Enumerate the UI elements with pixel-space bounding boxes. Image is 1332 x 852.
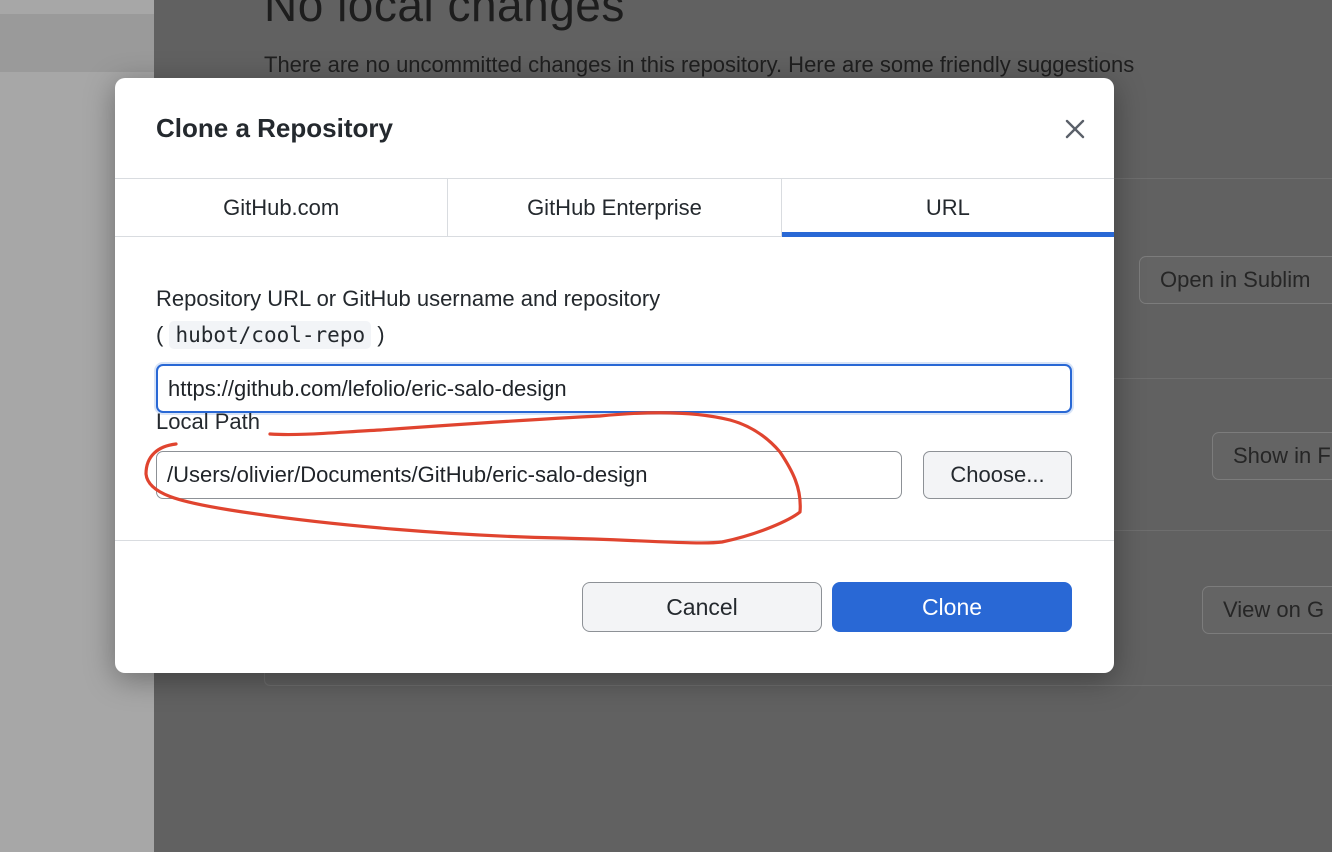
clone-button[interactable]: Clone <box>832 582 1072 632</box>
url-tab-content: Repository URL or GitHub username and re… <box>156 281 1072 413</box>
hint-open-paren: ( <box>156 322 164 347</box>
repository-url-input[interactable] <box>156 364 1072 413</box>
clone-repository-dialog: Clone a Repository GitHub.com GitHub Ent… <box>115 78 1114 673</box>
background-page-title: No local changes <box>264 0 625 31</box>
dialog-header: Clone a Repository <box>115 78 1114 179</box>
tab-github-enterprise[interactable]: GitHub Enterprise <box>448 179 782 236</box>
background-page-subtitle: There are no uncommitted changes in this… <box>264 52 1135 77</box>
cancel-button[interactable]: Cancel <box>582 582 822 632</box>
background-sidebar-selected-row <box>0 14 154 72</box>
footer-divider <box>115 540 1114 541</box>
repository-url-label: Repository URL or GitHub username and re… <box>156 286 661 311</box>
hint-close-paren: ) <box>377 322 385 347</box>
background-show-in-finder-button: Show in F <box>1212 432 1332 480</box>
local-path-label: Local Path <box>156 409 260 434</box>
choose-path-button[interactable]: Choose... <box>923 451 1072 499</box>
tab-url[interactable]: URL <box>781 179 1114 237</box>
clone-source-tabs: GitHub.com GitHub Enterprise URL <box>115 179 1114 237</box>
repository-url-hint: ( hubot/cool-repo ) <box>156 317 1072 353</box>
tab-github-com[interactable]: GitHub.com <box>115 179 449 236</box>
close-icon <box>1065 119 1085 139</box>
background-open-in-editor-button: Open in Sublim <box>1139 256 1332 304</box>
background-view-on-github-button: View on G <box>1202 586 1332 634</box>
dialog-title: Clone a Repository <box>156 113 393 143</box>
hint-example-code: hubot/cool-repo <box>169 321 372 349</box>
local-path-input[interactable] <box>156 451 902 499</box>
close-button[interactable] <box>1058 112 1092 146</box>
